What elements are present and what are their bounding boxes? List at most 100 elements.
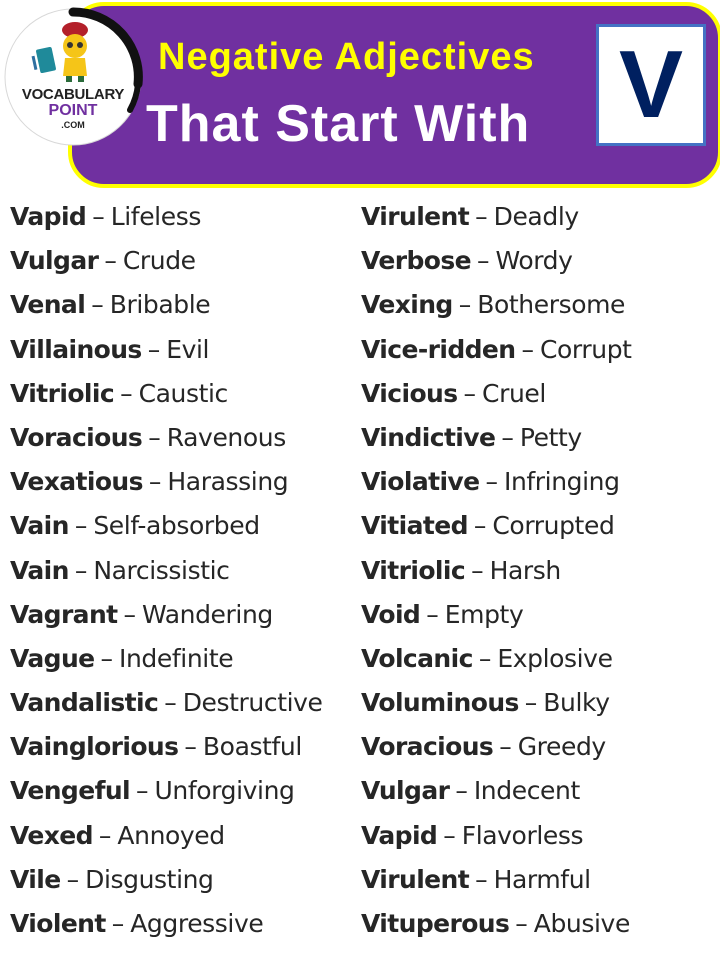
meaning: Lifeless xyxy=(110,202,202,231)
adjective: Vague xyxy=(10,643,95,673)
title-line-2: That Start With xyxy=(146,95,531,153)
word-entry: Vulgar – Crude xyxy=(10,242,323,286)
adjective: Void xyxy=(361,599,421,629)
meaning: Evil xyxy=(166,334,210,364)
word-entry: Vandalistic – Destructive xyxy=(10,684,323,728)
adjective: Vagrant xyxy=(10,599,118,629)
meaning: Harassing xyxy=(167,467,289,497)
meaning: Corrupted xyxy=(492,511,615,541)
adjective: Vulgar xyxy=(361,776,450,806)
separator-dash: – xyxy=(485,467,498,497)
separator-dash: – xyxy=(515,909,528,938)
adjective: Vainglorious xyxy=(10,732,179,762)
separator-dash: – xyxy=(524,688,538,718)
meaning: Bulky xyxy=(543,688,610,718)
separator-dash: – xyxy=(184,732,197,762)
separator-dash: – xyxy=(74,555,88,585)
word-entry: Vile – Disgusting xyxy=(10,861,323,905)
adjective: Vitriolic xyxy=(10,378,115,408)
word-entry: Vexed – Annoyed xyxy=(10,817,323,861)
adjective: Vapid xyxy=(361,820,438,850)
separator-dash: – xyxy=(100,643,114,673)
word-column-left: Vapid – Lifeless Vulgar – Crude Venal – Bribable… xyxy=(10,198,323,949)
adjective: Vitriolic xyxy=(361,555,466,585)
site-logo[interactable]: VOCABULARY POINT .COM xyxy=(2,6,144,148)
meaning: Greedy xyxy=(517,732,607,762)
logo-sub: POINT xyxy=(48,102,98,119)
word-entry: Voluminous – Bulky xyxy=(361,684,632,728)
adjective: Vituperous xyxy=(361,909,510,938)
word-entry: Volcanic – Explosive xyxy=(361,640,632,684)
meaning: Caustic xyxy=(138,378,229,408)
adjective: Vain xyxy=(10,555,69,585)
word-entry: Vainglorious – Boastful xyxy=(10,728,323,772)
meaning: Aggressive xyxy=(130,909,264,938)
adjective: Vitiated xyxy=(361,511,468,541)
word-entry: Vicious – Cruel xyxy=(361,375,632,419)
separator-dash: – xyxy=(471,555,484,585)
meaning: Narcissistic xyxy=(93,555,230,585)
word-entry: Villainous – Evil xyxy=(10,331,323,375)
separator-dash: – xyxy=(478,643,492,673)
adjective: Vengeful xyxy=(10,776,131,806)
meaning: Corrupt xyxy=(539,334,632,364)
word-entry: Violative – Infringing xyxy=(361,463,632,507)
meaning: Bribable xyxy=(109,290,211,320)
word-entry: Vague – Indefinite xyxy=(10,640,323,684)
separator-dash: – xyxy=(455,776,468,806)
meaning: Harsh xyxy=(489,555,562,585)
meaning: Crude xyxy=(122,246,196,276)
meaning: Wandering xyxy=(142,599,273,629)
adjective: Villainous xyxy=(10,334,142,364)
adjective: Vice-ridden xyxy=(361,334,516,364)
separator-dash: – xyxy=(458,290,472,320)
adjective: Vile xyxy=(10,864,61,894)
word-entry: Venal – Bribable xyxy=(10,286,323,330)
word-entry: Vapid – Flavorless xyxy=(361,817,632,861)
meaning: Wordy xyxy=(495,246,573,276)
separator-dash: – xyxy=(120,378,133,408)
adjective: Venal xyxy=(10,290,86,320)
logo-name: VOCABULARY xyxy=(21,86,125,103)
separator-dash: – xyxy=(104,246,117,276)
meaning: Indefinite xyxy=(119,643,234,673)
separator-dash: – xyxy=(473,511,487,541)
meaning: Cruel xyxy=(482,378,546,408)
adjective: Vexing xyxy=(361,290,453,320)
separator-dash: – xyxy=(66,864,80,894)
separator-dash: – xyxy=(443,820,456,850)
word-entry: Vice-ridden – Corrupt xyxy=(361,331,632,375)
adjective: Voluminous xyxy=(361,688,519,718)
word-entry: Vulgar – Indecent xyxy=(361,772,632,816)
adjective: Vindictive xyxy=(361,422,496,452)
meaning: Abusive xyxy=(533,909,631,938)
adjective: Vandalistic xyxy=(10,688,159,718)
adjective: Virulent xyxy=(361,202,470,231)
separator-dash: – xyxy=(136,776,149,806)
meaning: Indecent xyxy=(473,776,580,806)
meaning: Annoyed xyxy=(117,820,225,850)
separator-dash: – xyxy=(98,820,112,850)
word-entry: Vexing – Bothersome xyxy=(361,286,632,330)
separator-dash: – xyxy=(123,599,137,629)
meaning: Bothersome xyxy=(477,290,626,320)
adjective: Virulent xyxy=(361,864,470,894)
word-entry: Vindictive – Petty xyxy=(361,419,632,463)
word-entry: Vitriolic – Caustic xyxy=(10,375,323,419)
word-entry: Violent – Aggressive xyxy=(10,905,323,949)
adjective: Voracious xyxy=(10,422,143,452)
adjective: Volcanic xyxy=(361,643,473,673)
featured-letter: V xyxy=(618,31,684,138)
meaning: Unforgiving xyxy=(154,776,295,806)
meaning: Explosive xyxy=(497,643,613,673)
word-entry: Vain – Self-absorbed xyxy=(10,507,323,551)
separator-dash: – xyxy=(92,202,105,231)
adjective: Verbose xyxy=(361,246,472,276)
word-entry: Voracious – Ravenous xyxy=(10,419,323,463)
word-entry: Vituperous – Abusive xyxy=(361,905,632,949)
meaning: Destructive xyxy=(182,688,323,718)
separator-dash: – xyxy=(164,688,177,718)
word-entry: Virulent – Harmful xyxy=(361,861,632,905)
separator-dash: – xyxy=(147,334,161,364)
separator-dash: – xyxy=(426,599,439,629)
